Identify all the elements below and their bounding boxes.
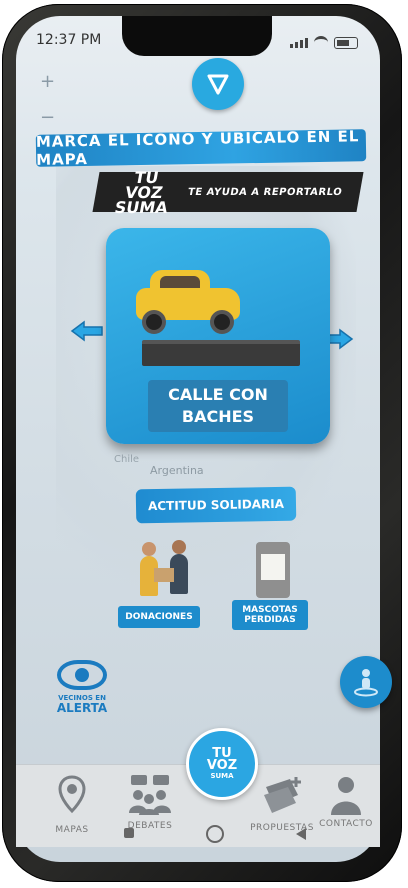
solidarity-button[interactable]: ACTITUD SOLIDARIA — [135, 486, 297, 524]
map-label-chile: Chile — [114, 454, 140, 465]
location-fab[interactable] — [340, 656, 392, 708]
back-button[interactable] — [296, 828, 306, 840]
status-icons — [290, 36, 358, 49]
system-nav-bar — [0, 820, 408, 843]
app-logo-top[interactable] — [192, 58, 244, 110]
zoom-out-button[interactable]: − — [40, 100, 55, 136]
donation-illustration[interactable] — [126, 540, 206, 606]
contact-icon — [331, 777, 361, 815]
car-wheel-rear — [210, 310, 234, 334]
brand-tagline: TE AYUDA A REPORTARLO — [187, 186, 344, 198]
car-wheel-front — [142, 310, 166, 334]
home-button[interactable] — [206, 825, 224, 843]
lost-pets-illustration[interactable] — [256, 542, 290, 598]
signal-icon — [290, 37, 308, 48]
battery-icon — [334, 36, 358, 49]
brand-name: TU VOZ SUMA — [113, 167, 170, 217]
arrow-left-icon[interactable] — [70, 320, 104, 342]
recents-button[interactable] — [124, 828, 134, 838]
debate-icon — [129, 775, 171, 815]
category-label: CALLE CON BACHES — [148, 380, 288, 432]
lost-pets-button[interactable]: MASCOTAS PERDIDAS — [232, 600, 308, 630]
zoom-in-button[interactable]: + — [40, 64, 55, 100]
eye-icon — [57, 660, 107, 690]
status-time: 12:37 PM — [36, 32, 102, 48]
map-label-argentina: Argentina — [150, 464, 204, 477]
proposals-icon — [264, 777, 301, 813]
donations-button[interactable]: DONACIONES — [118, 606, 200, 628]
instruction-banner: MARCA EL ICONO Y UBICALO EN EL MAPA — [36, 127, 367, 169]
brand-logo-icon[interactable]: TU VOZ SUMA — [186, 728, 258, 800]
dog-icon — [261, 554, 285, 580]
person-pin-icon — [354, 669, 378, 697]
wifi-icon — [314, 36, 328, 49]
category-card[interactable]: CALLE CON BACHES — [106, 228, 330, 444]
pothole-road — [142, 340, 300, 366]
brand-banner: TU VOZ SUMA TE AYUDA A REPORTARLO — [92, 167, 364, 217]
vecinos-alerta-logo[interactable]: VECINOS EN ALERTA — [56, 660, 108, 732]
map-zoom-controls: + − — [40, 64, 55, 136]
phone-notch — [122, 16, 272, 56]
triangle-logo-icon — [207, 74, 229, 95]
box-icon — [154, 568, 174, 582]
map-pin-icon — [58, 775, 86, 814]
